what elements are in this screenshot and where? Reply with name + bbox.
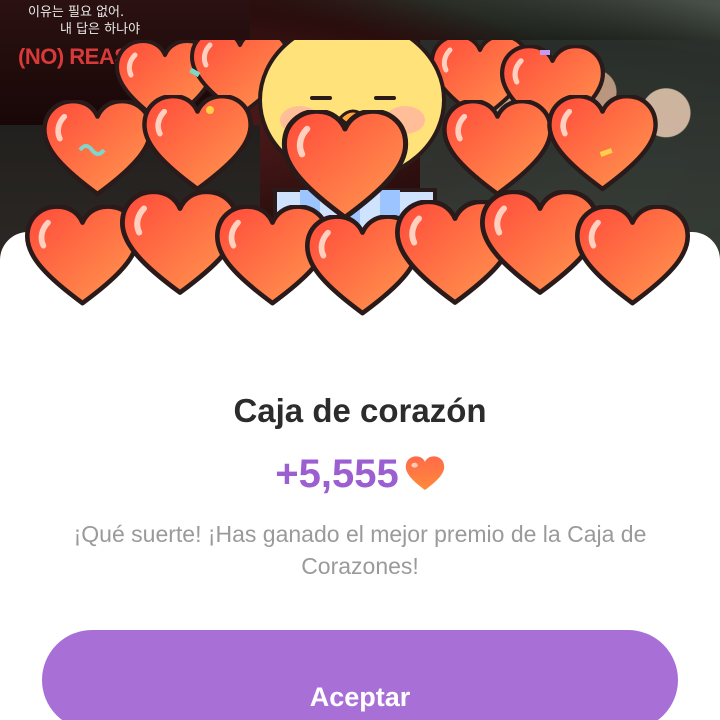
poster-korean-line-1: 이유는 필요 없어. <box>28 5 125 20</box>
heart-decoration <box>44 101 150 194</box>
heart-box-illustration <box>0 40 720 360</box>
accept-button[interactable]: Aceptar <box>42 630 678 720</box>
poster-korean-line-2: 내 답은 하나야 <box>60 22 141 37</box>
reward-amount-row: +5,555 <box>0 452 720 497</box>
heart-decoration <box>577 207 687 304</box>
confetti <box>540 50 550 55</box>
reward-message: ¡Qué suerte! ¡Has ganado el mejor premio… <box>73 521 647 579</box>
reward-title: Caja de corazón <box>233 392 487 429</box>
reward-amount: +5,555 <box>275 452 399 496</box>
confetti <box>206 106 214 114</box>
heart-decoration <box>549 96 655 189</box>
poster-korean-text: 이유는 필요 없어. 내 답은 하나야 <box>28 4 140 38</box>
heart-decoration <box>444 101 550 194</box>
heart-icon <box>405 455 444 490</box>
heart-decoration <box>144 96 250 189</box>
